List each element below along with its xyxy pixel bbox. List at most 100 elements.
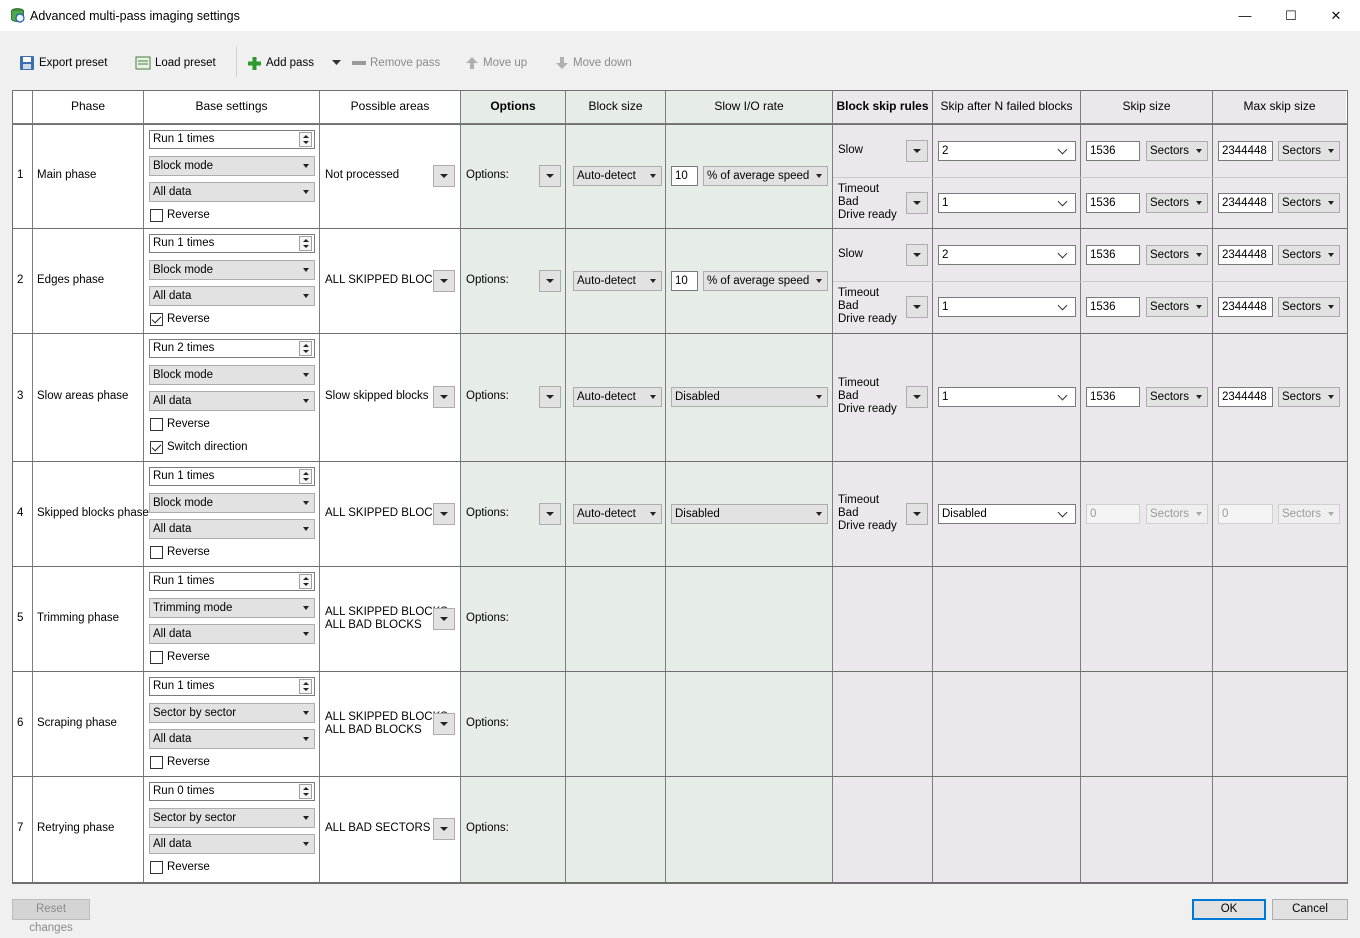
run-times-spinner[interactable]: Run 1 times <box>149 234 315 253</box>
data-select[interactable]: All data <box>149 286 315 306</box>
reverse-checkbox[interactable] <box>150 209 163 222</box>
max-skip-size-unit-select[interactable]: Sectors <box>1278 140 1340 161</box>
spinner-arrows-icon[interactable] <box>299 469 312 484</box>
read-mode-select[interactable]: Sector by sector <box>149 808 315 828</box>
skip-rule-dropdown[interactable] <box>906 243 928 266</box>
read-mode-select[interactable]: Block mode <box>149 156 315 176</box>
skip-rule-dropdown[interactable] <box>906 296 928 318</box>
block-size-select[interactable]: Auto-detect <box>573 503 662 524</box>
spinner-arrows-icon[interactable] <box>299 574 312 589</box>
max-skip-size-input[interactable]: 2344448 <box>1218 387 1273 407</box>
load-preset-button[interactable]: Load preset <box>135 50 216 76</box>
data-select[interactable]: All data <box>149 391 315 411</box>
skip-size-input[interactable]: 1536 <box>1086 140 1140 161</box>
skip-size-input[interactable]: 1536 <box>1086 244 1140 265</box>
slow-rate-value-input[interactable]: 10 <box>671 166 698 186</box>
data-select[interactable]: All data <box>149 624 315 644</box>
possible-areas-dropdown[interactable] <box>433 712 455 735</box>
possible-areas-dropdown[interactable] <box>433 502 455 525</box>
skip-size-input[interactable]: 1536 <box>1086 192 1140 213</box>
read-mode-select[interactable]: Block mode <box>149 493 315 513</box>
block-size-select[interactable]: Auto-detect <box>573 166 662 186</box>
skip-after-select[interactable]: 2 <box>938 140 1076 161</box>
skip-size-unit-select[interactable]: Sectors <box>1146 192 1208 213</box>
run-times-spinner[interactable]: Run 2 times <box>149 339 315 358</box>
spinner-arrows-icon[interactable] <box>299 679 312 694</box>
max-skip-size-input[interactable]: 0 <box>1218 503 1273 524</box>
spinner-arrows-icon[interactable] <box>299 236 312 251</box>
slow-rate-mode-select[interactable]: % of average speed <box>703 270 828 291</box>
slow-rate-value-input[interactable]: 10 <box>671 270 698 291</box>
skip-size-unit-select[interactable]: Sectors <box>1146 140 1208 161</box>
spinner-arrows-icon[interactable] <box>299 784 312 799</box>
max-skip-size-input[interactable]: 2344448 <box>1218 192 1273 213</box>
data-select[interactable]: All data <box>149 729 315 749</box>
data-select[interactable]: All data <box>149 519 315 539</box>
export-preset-button[interactable]: Export preset <box>19 50 107 76</box>
skip-after-select[interactable]: 1 <box>938 387 1076 407</box>
possible-areas-dropdown[interactable] <box>433 386 455 408</box>
skip-after-select[interactable]: 1 <box>938 192 1076 213</box>
skip-rule-dropdown[interactable] <box>906 502 928 525</box>
reverse-checkbox[interactable] <box>150 546 163 559</box>
max-skip-size-input[interactable]: 2344448 <box>1218 244 1273 265</box>
run-times-spinner[interactable]: Run 1 times <box>149 467 315 486</box>
run-times-spinner[interactable]: Run 0 times <box>149 782 315 801</box>
spinner-arrows-icon[interactable] <box>299 132 312 147</box>
skip-rule-dropdown[interactable] <box>906 191 928 214</box>
skip-after-select[interactable]: 2 <box>938 244 1076 265</box>
max-skip-size-unit-select[interactable]: Sectors <box>1278 192 1340 213</box>
possible-areas-dropdown[interactable] <box>433 607 455 630</box>
read-mode-select[interactable]: Block mode <box>149 260 315 280</box>
spinner-arrows-icon[interactable] <box>299 341 312 356</box>
remove-pass-button[interactable]: Remove pass <box>352 50 440 76</box>
skip-after-select[interactable]: 1 <box>938 297 1076 317</box>
switch-direction-checkbox[interactable] <box>150 441 163 454</box>
move-up-button[interactable]: Move up <box>465 50 527 76</box>
block-size-select[interactable]: Auto-detect <box>573 387 662 407</box>
options-dropdown[interactable] <box>539 502 561 525</box>
add-pass-dropdown[interactable] <box>332 50 341 76</box>
add-pass-button[interactable]: Add pass <box>247 50 314 76</box>
skip-size-unit-select[interactable]: Sectors <box>1146 244 1208 265</box>
skip-size-input[interactable]: 1536 <box>1086 387 1140 407</box>
reset-changes-button[interactable]: Reset changes <box>12 899 90 934</box>
slow-rate-mode-select[interactable]: Disabled <box>671 503 828 524</box>
possible-areas-dropdown[interactable] <box>433 818 455 840</box>
skip-size-input[interactable]: 1536 <box>1086 297 1140 317</box>
skip-rule-dropdown[interactable] <box>906 139 928 162</box>
max-skip-size-input[interactable]: 2344448 <box>1218 297 1273 317</box>
skip-after-select[interactable]: Disabled <box>938 503 1076 524</box>
skip-rule-dropdown[interactable] <box>906 386 928 408</box>
maximize-button[interactable]: ☐ <box>1268 0 1314 31</box>
options-dropdown[interactable] <box>539 386 561 408</box>
max-skip-size-unit-select[interactable]: Sectors <box>1278 244 1340 265</box>
possible-areas-dropdown[interactable] <box>433 269 455 292</box>
slow-rate-mode-select[interactable]: Disabled <box>671 387 828 407</box>
cancel-button[interactable]: Cancel <box>1272 899 1348 920</box>
read-mode-select[interactable]: Trimming mode <box>149 598 315 618</box>
skip-size-unit-select[interactable]: Sectors <box>1146 297 1208 317</box>
data-select[interactable]: All data <box>149 834 315 854</box>
options-dropdown[interactable] <box>539 165 561 187</box>
data-select[interactable]: All data <box>149 182 315 202</box>
skip-size-unit-select[interactable]: Sectors <box>1146 503 1208 524</box>
options-dropdown[interactable] <box>539 269 561 292</box>
read-mode-select[interactable]: Sector by sector <box>149 703 315 723</box>
close-button[interactable]: ✕ <box>1313 0 1359 31</box>
reverse-checkbox[interactable] <box>150 756 163 769</box>
run-times-spinner[interactable]: Run 1 times <box>149 130 315 149</box>
slow-rate-mode-select[interactable]: % of average speed <box>703 166 828 186</box>
reverse-checkbox[interactable] <box>150 418 163 431</box>
run-times-spinner[interactable]: Run 1 times <box>149 677 315 696</box>
move-down-button[interactable]: Move down <box>555 50 632 76</box>
reverse-checkbox[interactable] <box>150 313 163 326</box>
run-times-spinner[interactable]: Run 1 times <box>149 572 315 591</box>
max-skip-size-unit-select[interactable]: Sectors <box>1278 297 1340 317</box>
max-skip-size-unit-select[interactable]: Sectors <box>1278 387 1340 407</box>
read-mode-select[interactable]: Block mode <box>149 365 315 385</box>
max-skip-size-input[interactable]: 2344448 <box>1218 140 1273 161</box>
skip-size-unit-select[interactable]: Sectors <box>1146 387 1208 407</box>
reverse-checkbox[interactable] <box>150 861 163 874</box>
ok-button[interactable]: OK <box>1192 899 1266 920</box>
